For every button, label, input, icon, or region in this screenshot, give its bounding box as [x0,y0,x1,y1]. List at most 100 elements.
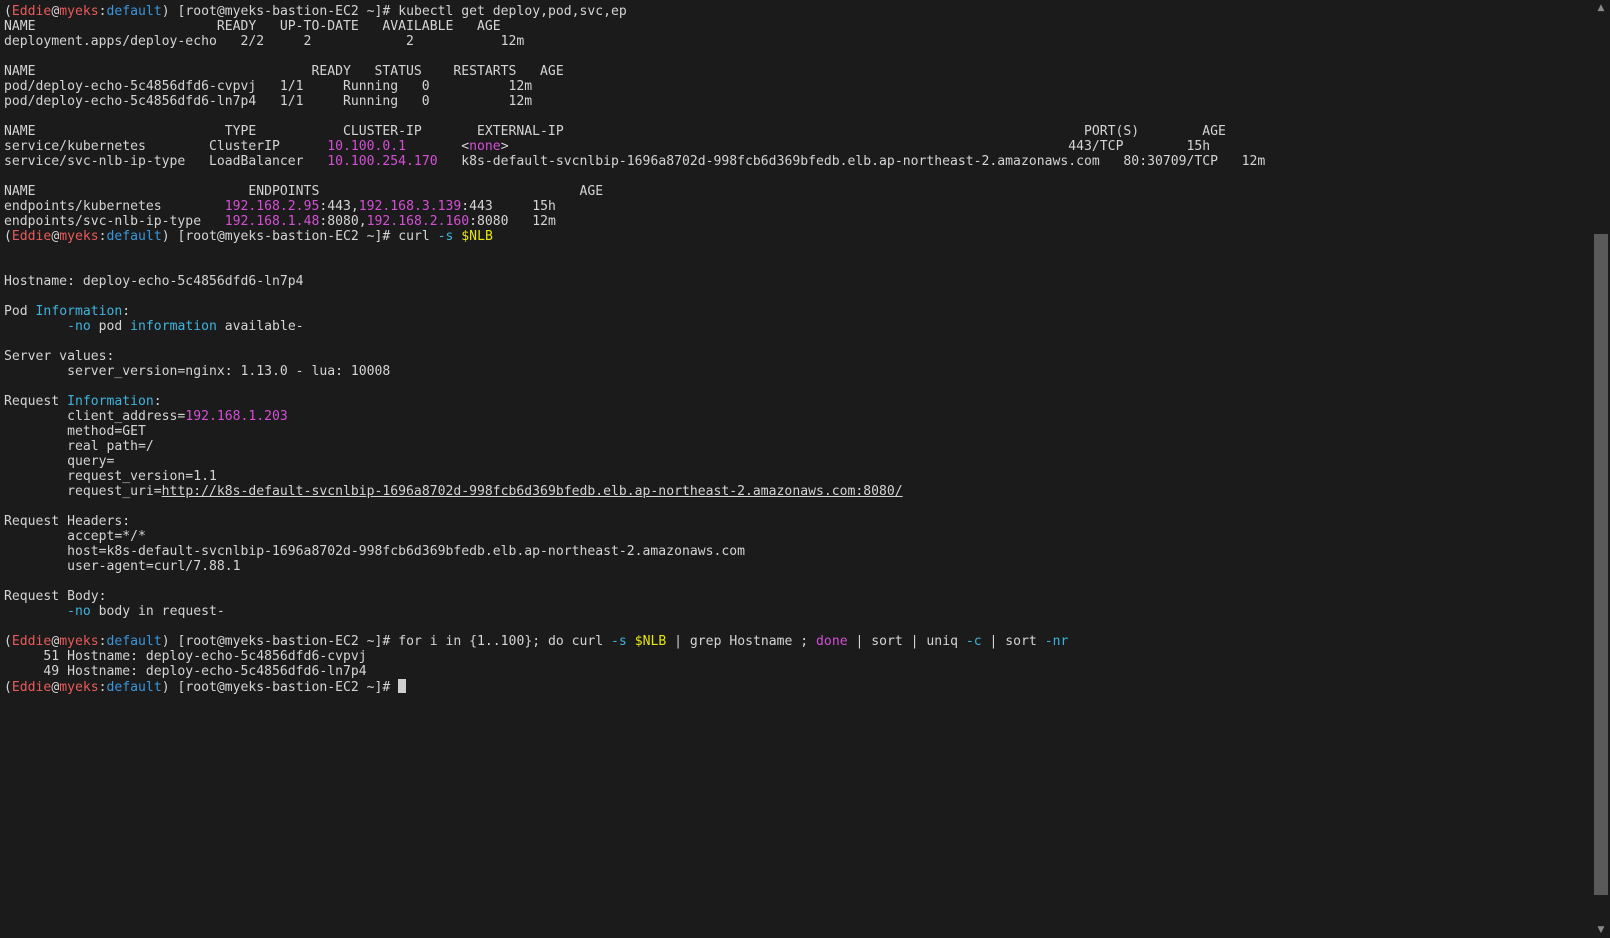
scroll-up-arrow-icon[interactable]: ▲ [1592,0,1610,16]
terminal-text-segment: accept=*/* [4,529,146,544]
terminal-line: (Eddie@myeks:default) [root@myeks-bastio… [4,229,1265,244]
terminal-text-segment: user-agent=curl/7.88.1 [4,559,241,574]
terminal-text-segment: : [122,304,131,319]
terminal-line: (Eddie@myeks:default) [root@myeks-bastio… [4,679,1265,695]
terminal-text-segment: Information [67,394,154,409]
terminal-text-segment: Eddie [11,634,52,649]
terminal-text-segment: -nr [1044,634,1069,649]
terminal-text-segment: default [106,680,162,695]
terminal-line: Server values: [4,349,1265,364]
terminal-text-segment: myeks [59,680,99,695]
terminal-text-segment: done [816,634,848,649]
terminal-text-segment: server_version=nginx: 1.13.0 - lua: 1000… [4,364,391,379]
terminal-line: pod/deploy-echo-5c4856dfd6-ln7p4 1/1 Run… [4,94,1265,109]
terminal-text-segment: service/kubernetes ClusterIP [4,139,328,154]
terminal-text-segment: Eddie [11,229,52,244]
terminal-text-segment: Request [4,394,68,409]
terminal-text-segment: ) [root@myeks-bastion-EC2 ~]# kubectl ge… [161,4,627,19]
terminal-line: (Eddie@myeks:default) [root@myeks-bastio… [4,634,1265,649]
terminal-line: service/kubernetes ClusterIP 10.100.0.1 … [4,139,1265,154]
vertical-scrollbar[interactable]: ▲ ▼ [1592,0,1610,938]
terminal-line: Request Information: [4,394,1265,409]
terminal-text-segment: endpoints/svc-nlb-ip-type [4,214,225,229]
terminal-text-segment: ( [4,680,12,695]
scroll-down-arrow-icon[interactable]: ▼ [1592,922,1610,938]
terminal-text-segment: -no [67,319,91,334]
terminal-line: Pod Information: [4,304,1265,319]
terminal-text-segment: 192.168.2.160 [366,214,470,229]
terminal-text-segment: :8080, [319,214,367,229]
request-uri-link[interactable]: http://k8s-default-svcnlbip-1696a8702d-9… [162,484,903,499]
terminal-line: Hostname: deploy-echo-5c4856dfd6-ln7p4 [4,274,1265,289]
terminal-text-segment: real path=/ [4,439,154,454]
terminal-text-segment: 10.100.254.170 [327,154,438,169]
terminal-text-segment: default [106,634,162,649]
terminal-text-segment: pod/deploy-echo-5c4856dfd6-cvpvj 1/1 Run… [4,79,533,94]
terminal-window[interactable]: (Eddie@myeks:default) [root@myeks-bastio… [0,0,1592,938]
terminal-line: accept=*/* [4,529,1265,544]
terminal-line: user-agent=curl/7.88.1 [4,559,1265,574]
terminal-line: NAME READY UP-TO-DATE AVAILABLE AGE [4,19,1265,34]
terminal-text-segment: | sort | uniq [847,634,966,649]
terminal-text-segment: ( [4,4,12,19]
terminal-text-segment: 192.168.2.95 [224,199,320,214]
terminal-line: service/svc-nlb-ip-type LoadBalancer 10.… [4,154,1265,169]
terminal-output[interactable]: (Eddie@myeks:default) [root@myeks-bastio… [4,4,1265,695]
terminal-text-segment: 192.168.3.139 [358,199,462,214]
terminal-text-segment: ) [root@myeks-bastion-EC2 ~]# curl [161,229,438,244]
terminal-text-segment: none [469,139,501,154]
terminal-text-segment: -s [611,634,627,649]
terminal-text-segment: NAME ENDPOINTS AGE [4,184,604,199]
terminal-text-segment: service/svc-nlb-ip-type LoadBalancer [4,154,328,169]
terminal-text-segment: $NLB [461,229,493,244]
terminal-line: -no body in request- [4,604,1265,619]
terminal-line: Request Headers: [4,514,1265,529]
terminal-line: client_address=192.168.1.203 [4,409,1265,424]
terminal-line: pod/deploy-echo-5c4856dfd6-cvpvj 1/1 Run… [4,79,1265,94]
terminal-text-segment: Request Headers: [4,514,131,529]
terminal-line: real path=/ [4,439,1265,454]
terminal-line: NAME ENDPOINTS AGE [4,184,1265,199]
terminal-line: 51 Hostname: deploy-echo-5c4856dfd6-cvpv… [4,649,1265,664]
terminal-text-segment: default [106,4,162,19]
terminal-text-segment: 51 Hostname: deploy-echo-5c4856dfd6-cvpv… [4,649,367,664]
terminal-text-segment: | sort [981,634,1045,649]
terminal-line: Request Body: [4,589,1265,604]
terminal-text-segment: NAME READY UP-TO-DATE AVAILABLE AGE [4,19,501,34]
terminal-line: endpoints/svc-nlb-ip-type 192.168.1.48:8… [4,214,1265,229]
scrollbar-thumb[interactable] [1594,234,1608,895]
terminal-line: server_version=nginx: 1.13.0 - lua: 1000… [4,364,1265,379]
terminal-text-segment: NAME READY STATUS RESTARTS AGE [4,64,564,79]
terminal-text-segment: myeks [59,4,99,19]
terminal-line: request_uri=http://k8s-default-svcnlbip-… [4,484,1265,499]
terminal-text-segment: $NLB [634,634,667,649]
terminal-text-segment: ( [4,229,12,244]
terminal-line: host=k8s-default-svcnlbip-1696a8702d-998… [4,544,1265,559]
terminal-text-segment: Request Body: [4,589,107,604]
terminal-text-segment: | grep Hostname ; [666,634,817,649]
terminal-text-segment: body in request- [90,604,225,619]
terminal-line: -no pod information available- [4,319,1265,334]
terminal-text-segment: client_address= [4,409,186,424]
terminal-text-segment: request_uri= [4,484,162,499]
terminal-text-segment: -s [437,229,454,244]
terminal-text-segment: Eddie [11,4,52,19]
terminal-cursor [398,679,407,693]
terminal-text-segment: -c [965,634,982,649]
terminal-text-segment: :443 15h [461,199,556,214]
terminal-text-segment: : [98,680,107,695]
terminal-text-segment: default [106,229,162,244]
terminal-text-segment: Eddie [11,680,52,695]
